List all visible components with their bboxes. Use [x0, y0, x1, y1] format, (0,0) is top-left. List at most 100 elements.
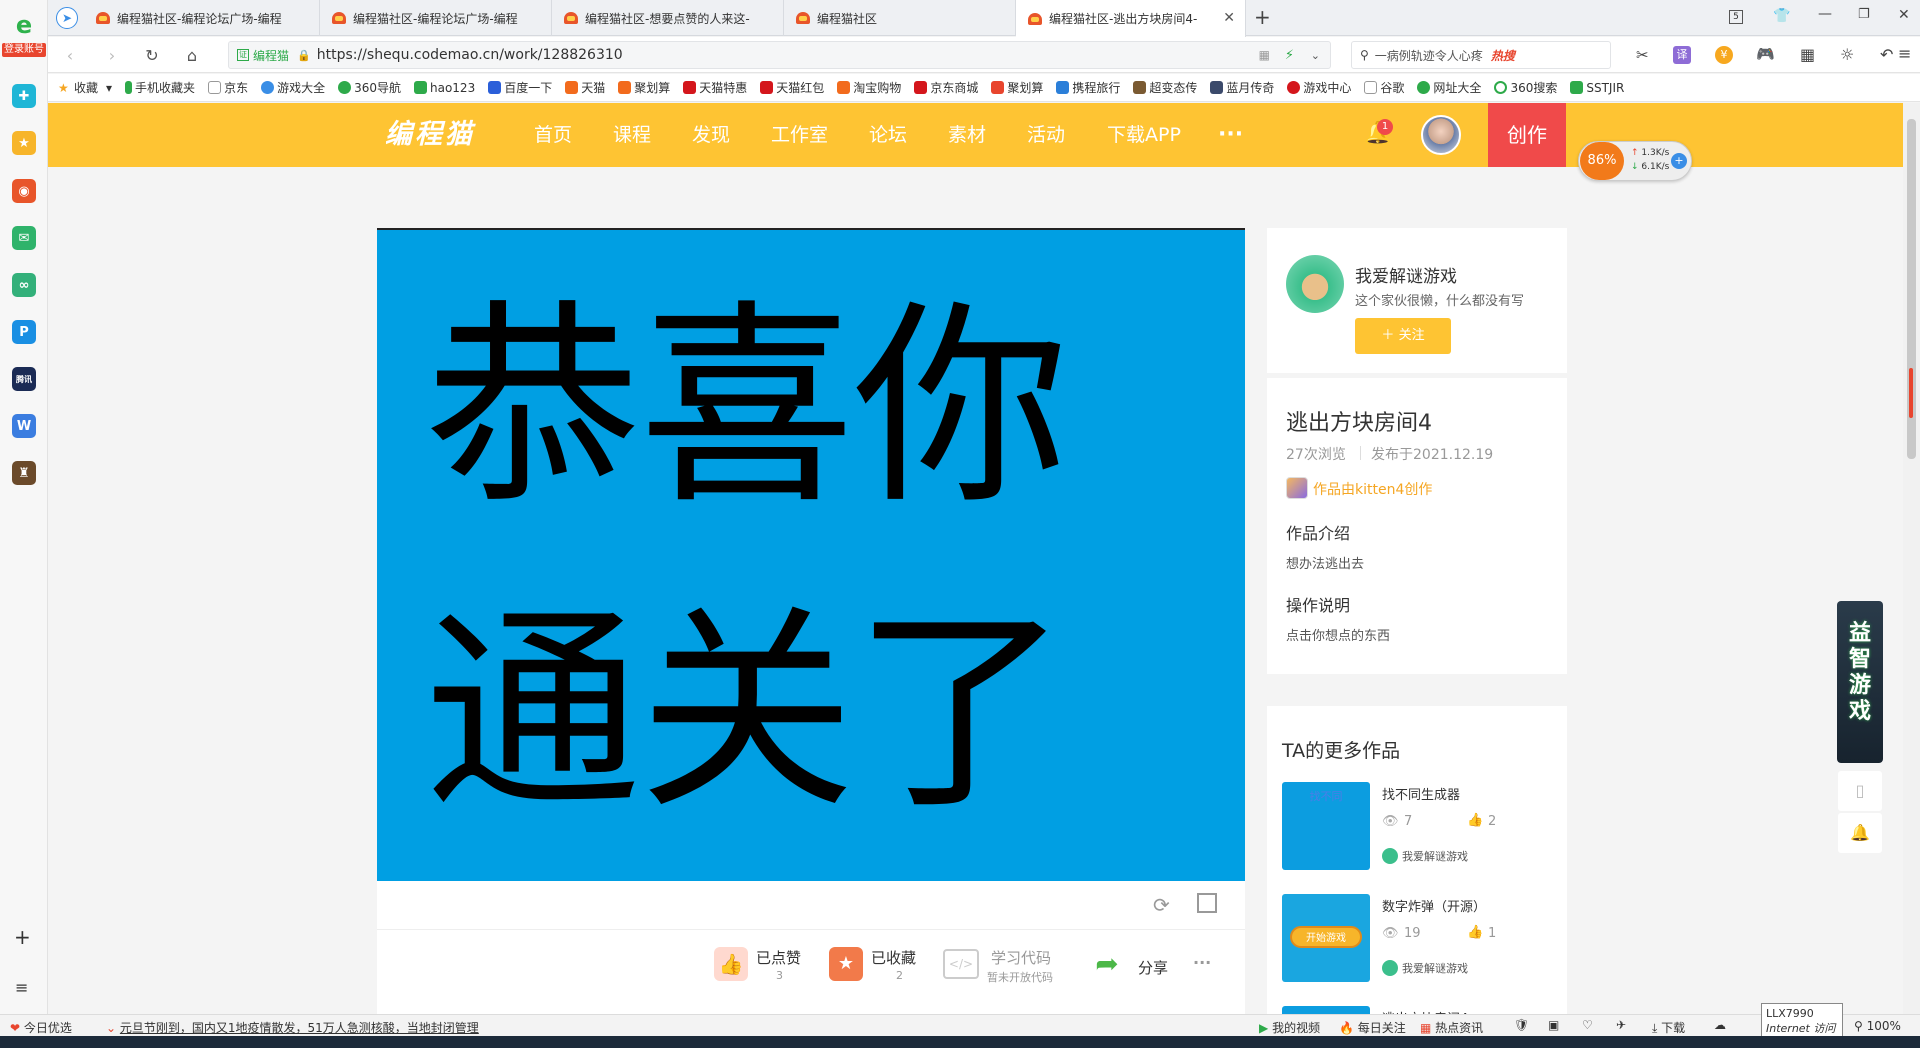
tab-4[interactable]: 编程猫社区: [784, 0, 1016, 36]
learn-code-button[interactable]: </> 学习代码 暂未开放代码: [943, 943, 1063, 989]
bookmark-item[interactable]: 携程旅行: [1056, 79, 1120, 96]
tencent-app-icon[interactable]: 腾讯: [12, 367, 36, 391]
bookmark-item[interactable]: hao123: [414, 81, 475, 95]
new-tab-icon[interactable]: +: [1254, 5, 1271, 29]
nav-events[interactable]: 活动: [1027, 103, 1065, 167]
weibo-icon[interactable]: ◉: [12, 179, 36, 203]
bookmark-item[interactable]: 天猫: [565, 79, 605, 96]
bookmark-item[interactable]: 超变态传: [1133, 79, 1197, 96]
tab-3[interactable]: 编程猫社区-想要点赞的人来这-: [552, 0, 784, 36]
sidebar-list-icon[interactable]: ≡: [15, 978, 28, 997]
back-icon[interactable]: ‹: [60, 45, 80, 65]
nav-materials[interactable]: 素材: [948, 103, 986, 167]
collect-button[interactable]: ★ 已收藏 2: [829, 943, 929, 989]
undo-icon[interactable]: ↶: [1880, 45, 1893, 64]
close-tab-icon[interactable]: ✕: [1223, 10, 1235, 26]
bookmark-item[interactable]: 天猫特惠: [683, 79, 747, 96]
nav-forum[interactable]: 论坛: [869, 103, 907, 167]
nav-download-app[interactable]: 下载APP: [1107, 103, 1181, 167]
my-video[interactable]: ▶ 我的视频: [1259, 1019, 1320, 1036]
share-button[interactable]: ➦ 分享: [1090, 943, 1180, 989]
tab-count-icon[interactable]: 5: [1729, 10, 1743, 24]
today-picks[interactable]: ❤ 今日优选: [10, 1019, 72, 1036]
bookmark-item[interactable]: 京东商城: [914, 79, 978, 96]
hot-news[interactable]: ▦ 热点资讯: [1420, 1019, 1483, 1036]
cloud-icon[interactable]: ∞: [12, 273, 36, 297]
heart-outline-icon[interactable]: ♡: [1582, 1018, 1593, 1032]
bookmark-item[interactable]: 天猫红包: [760, 79, 824, 96]
menu-icon[interactable]: ≡: [1898, 44, 1911, 63]
forward-icon[interactable]: ›: [102, 45, 122, 65]
side-game-ad[interactable]: 益智游戏: [1837, 601, 1883, 763]
scrollbar-track[interactable]: [1903, 103, 1920, 1014]
gamepad-icon[interactable]: 🎮: [1756, 45, 1775, 63]
fullscreen-icon[interactable]: [1197, 893, 1217, 913]
bookmark-item[interactable]: 百度一下: [488, 79, 552, 96]
reload-icon[interactable]: ↻: [142, 45, 162, 65]
tab-1[interactable]: 编程猫社区-编程论坛广场-编程: [84, 0, 320, 36]
work-engine[interactable]: 作品由kitten4创作: [1313, 479, 1432, 499]
bookmark-item[interactable]: 网址大全: [1417, 79, 1481, 96]
shield-icon[interactable]: 🛡: [1514, 1018, 1529, 1032]
search-input[interactable]: ⚲ 一病例轨迹令人心疼 热搜: [1351, 41, 1611, 69]
navigate-icon[interactable]: ➤: [56, 7, 78, 29]
image-icon[interactable]: ▣: [1548, 1018, 1559, 1032]
doc-icon[interactable]: W: [12, 414, 36, 438]
coupon-icon[interactable]: ¥: [1715, 46, 1733, 64]
bookmark-item[interactable]: 谷歌: [1364, 79, 1404, 96]
daily-focus[interactable]: 🔥 每日关注: [1339, 1019, 1406, 1036]
scissors-icon[interactable]: ✂: [1636, 46, 1649, 64]
nav-more[interactable]: ···: [1218, 103, 1243, 167]
url-dropdown-icon[interactable]: ⌄: [1311, 49, 1320, 62]
hot-search-label[interactable]: 热搜: [1491, 47, 1515, 64]
author-avatar[interactable]: [1286, 255, 1344, 313]
bookmark-item[interactable]: 游戏中心: [1287, 79, 1351, 96]
home-icon[interactable]: ⌂: [182, 45, 202, 65]
mobile-view-icon[interactable]: ▯: [1838, 771, 1882, 811]
game-icon[interactable]: ♜: [12, 461, 36, 485]
create-button[interactable]: 创作: [1488, 103, 1566, 167]
apps-grid-icon[interactable]: ▦: [1800, 45, 1815, 64]
browser-logo-icon[interactable]: e: [12, 13, 36, 37]
bookmark-item[interactable]: 聚划算: [618, 79, 670, 96]
zoom-level[interactable]: ⚲ 100%: [1854, 1019, 1901, 1033]
speed-icon[interactable]: ✈: [1616, 1018, 1626, 1032]
work-stage[interactable]: 恭喜你 通关了: [377, 228, 1245, 881]
cloud-icon[interactable]: ☁: [1714, 1018, 1726, 1032]
tab-5-active[interactable]: 编程猫社区-逃出方块房间4- ✕: [1016, 0, 1246, 37]
translate-icon[interactable]: 译: [1673, 46, 1691, 64]
bookmark-item[interactable]: 360导航: [338, 79, 401, 96]
bookmark-item[interactable]: 360搜索: [1494, 79, 1557, 96]
bookmark-item[interactable]: 京东: [208, 79, 248, 96]
sidebar-add-icon[interactable]: +: [14, 925, 31, 949]
bookmark-item[interactable]: 游戏大全: [261, 79, 325, 96]
work-item[interactable]: 开始游戏 数字炸弹（开源） 👁 19 👍 1 我爱解谜游戏: [1282, 894, 1562, 984]
nav-discover[interactable]: 发现: [692, 103, 730, 167]
speed-widget[interactable]: 86% ↑ 1.3K/s ↓ 6.1K/s +: [1578, 141, 1692, 181]
nav-studio[interactable]: 工作室: [771, 103, 828, 167]
restore-icon[interactable]: ❐: [1858, 7, 1870, 22]
nav-home[interactable]: 首页: [534, 103, 572, 167]
minimize-icon[interactable]: —: [1818, 6, 1832, 22]
download-button[interactable]: ⤓ 下载: [1652, 1019, 1685, 1036]
more-actions[interactable]: ···: [1193, 953, 1211, 972]
speed-boost-icon[interactable]: +: [1671, 153, 1687, 169]
brightness-icon[interactable]: ☼: [1840, 45, 1854, 64]
speedup-icon[interactable]: ⚡: [1285, 48, 1294, 63]
mail-icon[interactable]: ✉: [12, 226, 36, 250]
p-app-icon[interactable]: P: [12, 320, 36, 344]
bookmark-item[interactable]: 淘宝购物: [837, 79, 901, 96]
restart-icon[interactable]: ⟳: [1153, 893, 1170, 917]
work-item[interactable]: 找不同 找不同生成器 👁 7 👍 2 我爱解谜游戏: [1282, 782, 1562, 872]
site-logo[interactable]: 编程猫: [385, 103, 475, 167]
user-avatar[interactable]: [1421, 115, 1461, 155]
url-field[interactable]: 证 编程猫 🔒 https://shequ.codemao.cn/work/12…: [228, 41, 1331, 69]
author-name[interactable]: 我爱解谜游戏: [1355, 262, 1457, 287]
bookmark-item[interactable]: 蓝月传奇: [1210, 79, 1274, 96]
login-button[interactable]: 登录账号: [2, 43, 46, 57]
tab-2[interactable]: 编程猫社区-编程论坛广场-编程: [320, 0, 552, 36]
bookmark-favorites[interactable]: ★ 收藏 ▾: [58, 79, 112, 96]
close-window-icon[interactable]: ✕: [1898, 7, 1910, 23]
favorites-icon[interactable]: ★: [12, 131, 36, 155]
add-app-icon[interactable]: ✚: [12, 84, 36, 108]
